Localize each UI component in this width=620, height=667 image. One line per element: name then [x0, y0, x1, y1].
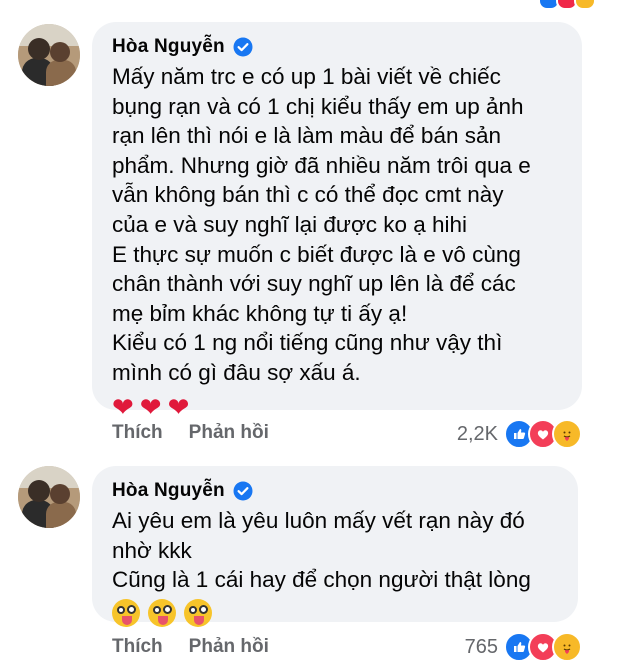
verified-badge-icon	[233, 481, 253, 501]
emoji-row	[112, 598, 558, 627]
reaction-count: 2,2K	[456, 422, 498, 445]
previous-reactions	[538, 0, 596, 10]
red-heart-icon: ❤	[167, 391, 190, 422]
commenter-name[interactable]: Hòa Nguyễn	[112, 480, 225, 502]
zany-face-icon	[148, 598, 176, 627]
red-heart-icon: ❤	[139, 391, 162, 422]
commenter-name[interactable]: Hòa Nguyễn	[112, 36, 225, 58]
care-reaction-icon	[552, 632, 582, 662]
reaction-summary[interactable]: 765	[465, 632, 582, 662]
reaction-summary[interactable]: 2,2K	[457, 419, 582, 449]
red-heart-icon: ❤	[112, 391, 134, 422]
reply-button[interactable]: Phản hồi	[189, 636, 269, 658]
reaction-count: 765	[464, 635, 498, 658]
emoji-row: ❤ ❤ ❤	[112, 392, 562, 422]
zany-face-icon	[184, 598, 212, 627]
zany-face-icon	[112, 598, 140, 627]
care-reaction-icon	[552, 419, 582, 449]
verified-badge-icon	[233, 37, 253, 57]
comment-text: Ai yêu em là yêu luôn mấy vết rạn này đó…	[112, 508, 531, 593]
avatar[interactable]	[18, 466, 80, 528]
like-button[interactable]: Thích	[112, 422, 163, 444]
comment-text: Mấy năm trc e có up 1 bài viết về chiếc …	[112, 64, 531, 385]
care-reaction-icon	[574, 0, 596, 10]
avatar[interactable]	[18, 24, 80, 86]
reply-button[interactable]: Phản hồi	[189, 422, 269, 444]
comment-bubble: Hòa Nguyễn Mấy năm trc e có up 1 bài viế…	[92, 22, 582, 422]
like-button[interactable]: Thích	[112, 636, 163, 658]
comment-bubble: Hòa Nguyễn Ai yêu em là yêu luôn mấy vết…	[92, 466, 578, 627]
